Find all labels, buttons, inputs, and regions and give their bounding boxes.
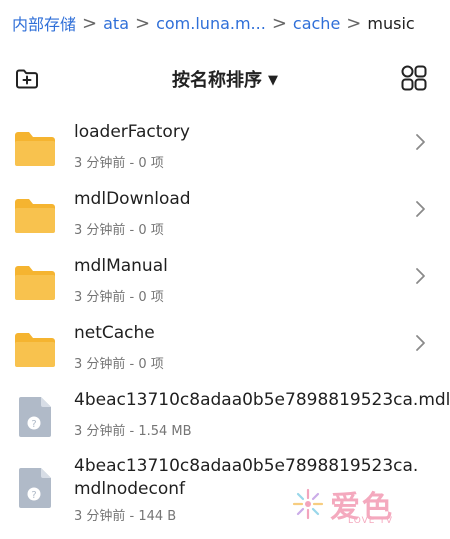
flower-icon — [290, 486, 326, 522]
unknown-file-icon: ? — [12, 465, 58, 511]
folder-meta: 3 分钟前 - 0 项 — [74, 156, 164, 171]
file-meta: 3 分钟前 - 1.54 MB — [74, 424, 192, 439]
chevron-right-icon — [414, 132, 428, 152]
file-row[interactable]: ? 4beac13710c8adaa0b5e7898819523ca.mdl 3… — [0, 380, 450, 447]
folder-icon — [12, 193, 58, 239]
folder-row[interactable]: netCache 3 分钟前 - 0 项 — [0, 313, 450, 380]
folder-icon — [12, 327, 58, 373]
svg-text:?: ? — [31, 490, 36, 501]
breadcrumb-separator: > — [82, 12, 98, 34]
chevron-right-icon — [414, 333, 428, 353]
breadcrumb: 内部存储 > ata > com.luna.m... > cache > mus… — [0, 0, 450, 46]
grid-view-icon[interactable] — [400, 64, 428, 92]
sort-button[interactable]: 按名称排序 ▼ — [0, 66, 450, 92]
folder-icon — [12, 260, 58, 306]
toolbar: 按名称排序 ▼ — [0, 58, 450, 100]
folder-meta: 3 分钟前 - 0 项 — [74, 223, 164, 238]
breadcrumb-item-internal-storage[interactable]: 内部存储 — [12, 11, 76, 35]
file-list: loaderFactory 3 分钟前 - 0 项 mdlDownload 3 … — [0, 112, 450, 539]
folder-row[interactable]: loaderFactory 3 分钟前 - 0 项 — [0, 112, 450, 179]
breadcrumb-separator: > — [346, 12, 362, 34]
breadcrumb-item-package[interactable]: com.luna.m... — [156, 14, 266, 33]
breadcrumb-item-music: music — [367, 13, 415, 33]
folder-name: netCache — [74, 323, 155, 343]
breadcrumb-item-ata[interactable]: ata — [103, 14, 129, 33]
file-name: 4beac13710c8adaa0b5e7898819523ca.mdl — [74, 390, 450, 410]
folder-name: mdlManual — [74, 256, 168, 276]
watermark-subtext: LOVE TV — [348, 516, 393, 526]
folder-name: mdlDownload — [74, 189, 191, 209]
folder-meta: 3 分钟前 - 0 项 — [74, 290, 164, 305]
sort-dropdown-icon: ▼ — [268, 73, 278, 88]
breadcrumb-separator: > — [271, 12, 287, 34]
breadcrumb-item-cache[interactable]: cache — [293, 14, 340, 33]
chevron-right-icon — [414, 266, 428, 286]
folder-icon — [12, 126, 58, 172]
chevron-right-icon — [414, 199, 428, 219]
folder-name: loaderFactory — [74, 122, 190, 142]
file-meta: 3 分钟前 - 144 B — [74, 509, 177, 524]
folder-row[interactable]: mdlDownload 3 分钟前 - 0 项 — [0, 179, 450, 246]
svg-text:?: ? — [31, 419, 36, 430]
folder-row[interactable]: mdlManual 3 分钟前 - 0 项 — [0, 246, 450, 313]
unknown-file-icon: ? — [12, 394, 58, 440]
watermark-logo: 爱色 LOVE TV — [290, 478, 450, 530]
breadcrumb-separator: > — [135, 12, 151, 34]
folder-meta: 3 分钟前 - 0 项 — [74, 357, 164, 372]
sort-label: 按名称排序 — [172, 70, 262, 91]
